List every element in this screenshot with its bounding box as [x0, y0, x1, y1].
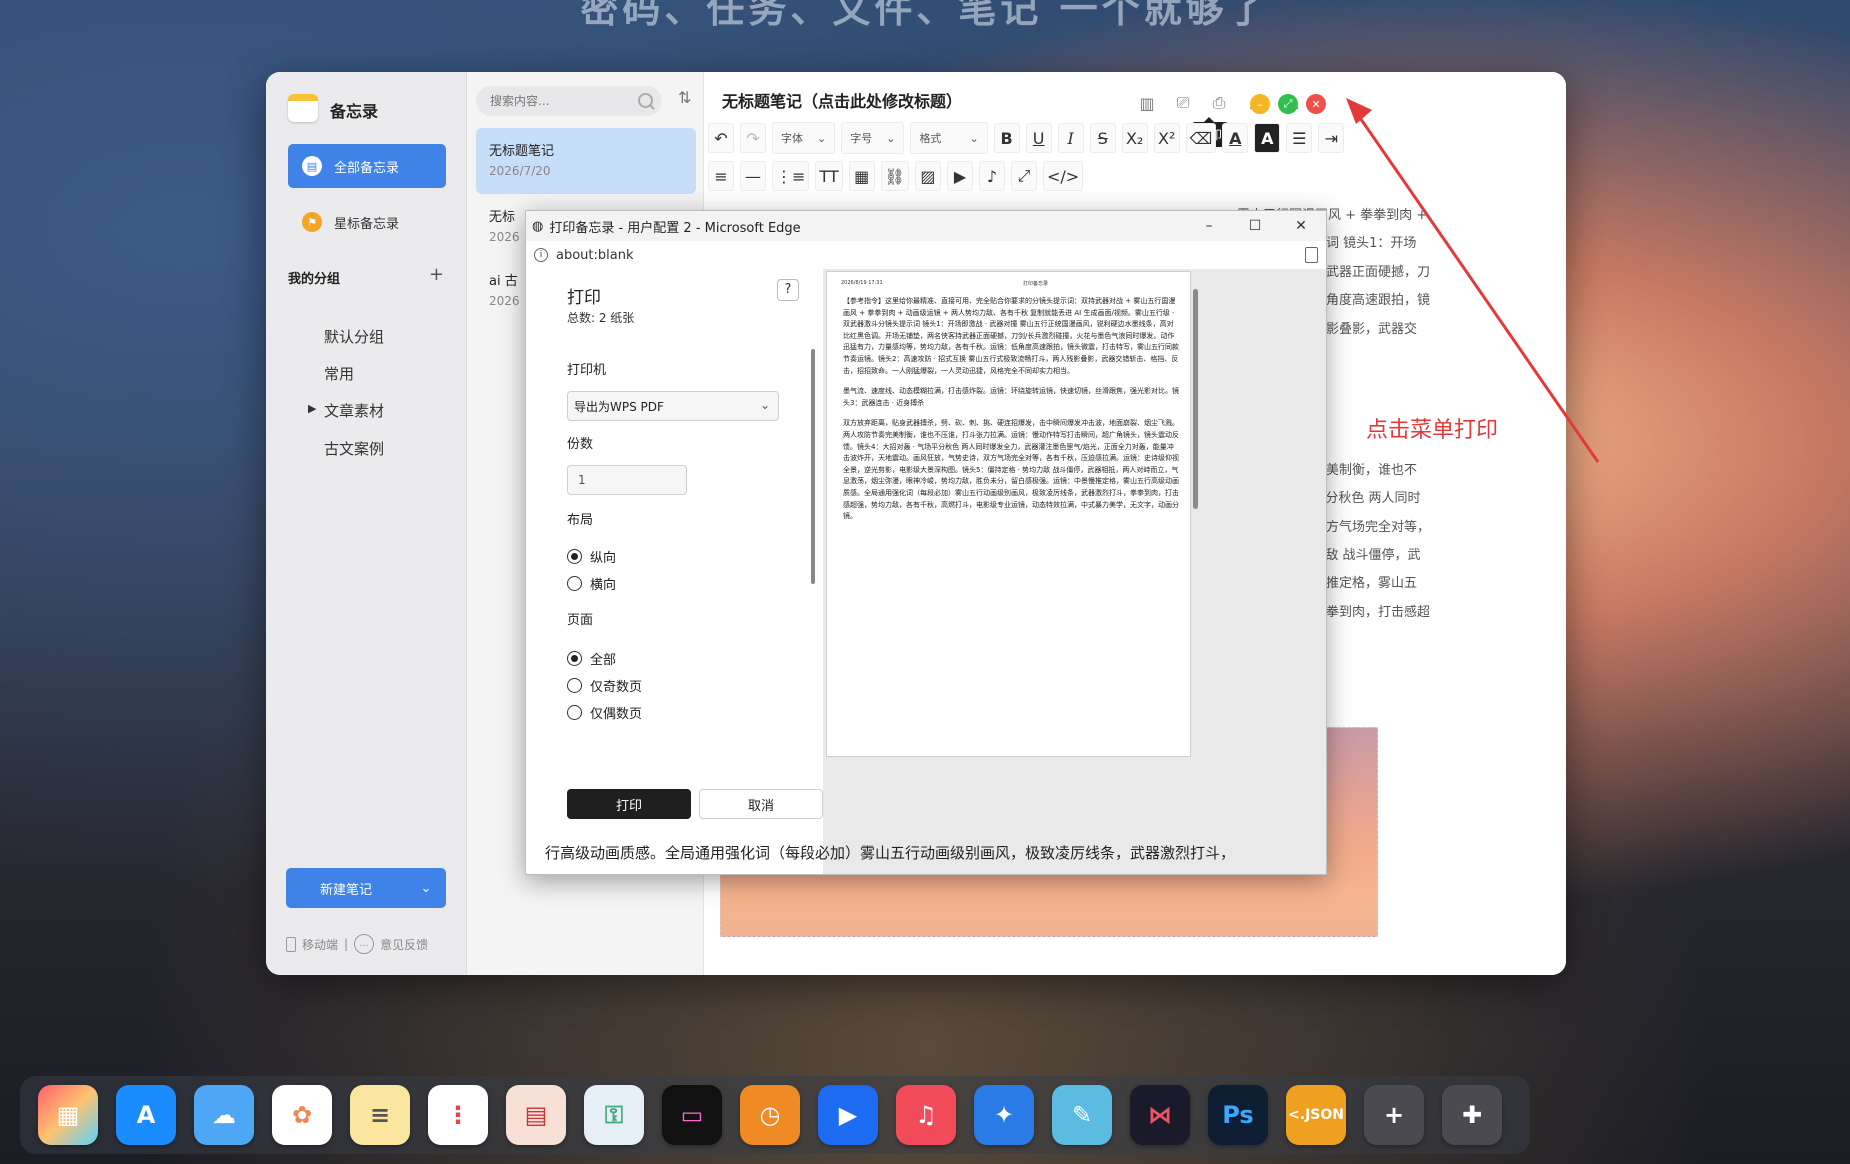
- calendar-icon[interactable]: ▤: [506, 1085, 566, 1145]
- photoshop-icon[interactable]: Ps: [1208, 1085, 1268, 1145]
- icloud-icon[interactable]: ☁: [194, 1085, 254, 1145]
- launchpad-icon[interactable]: ▦: [38, 1085, 98, 1145]
- annotation-text: 点击菜单打印: [1366, 418, 1499, 443]
- reminders-icon[interactable]: ⋮: [428, 1085, 488, 1145]
- red-arrow-annotation: [1346, 98, 1600, 463]
- plus-icon[interactable]: +: [1364, 1085, 1424, 1145]
- json-icon[interactable]: <.JSON: [1286, 1085, 1346, 1145]
- music-icon[interactable]: ♫: [896, 1085, 956, 1145]
- app-store-icon[interactable]: A: [116, 1085, 176, 1145]
- safari-icon[interactable]: ✦: [974, 1085, 1034, 1145]
- photos-icon[interactable]: ✿: [272, 1085, 332, 1145]
- keychain-icon[interactable]: ⚿: [584, 1085, 644, 1145]
- clock-icon[interactable]: ◷: [740, 1085, 800, 1145]
- play-icon[interactable]: ▶: [818, 1085, 878, 1145]
- dock: ▦ A ☁ ✿ ≡ ⋮ ▤ ⚿ ▭ ◷ ▶ ♫ ✦ ✎ ⋈ Ps <.JSON …: [20, 1076, 1530, 1154]
- wallet-icon[interactable]: ▭: [662, 1085, 722, 1145]
- pencil-icon[interactable]: ✎: [1052, 1085, 1112, 1145]
- diff-merge-icon[interactable]: ⋈: [1130, 1085, 1190, 1145]
- puzzle-icon[interactable]: ✚: [1442, 1085, 1502, 1145]
- notes-icon[interactable]: ≡: [350, 1085, 410, 1145]
